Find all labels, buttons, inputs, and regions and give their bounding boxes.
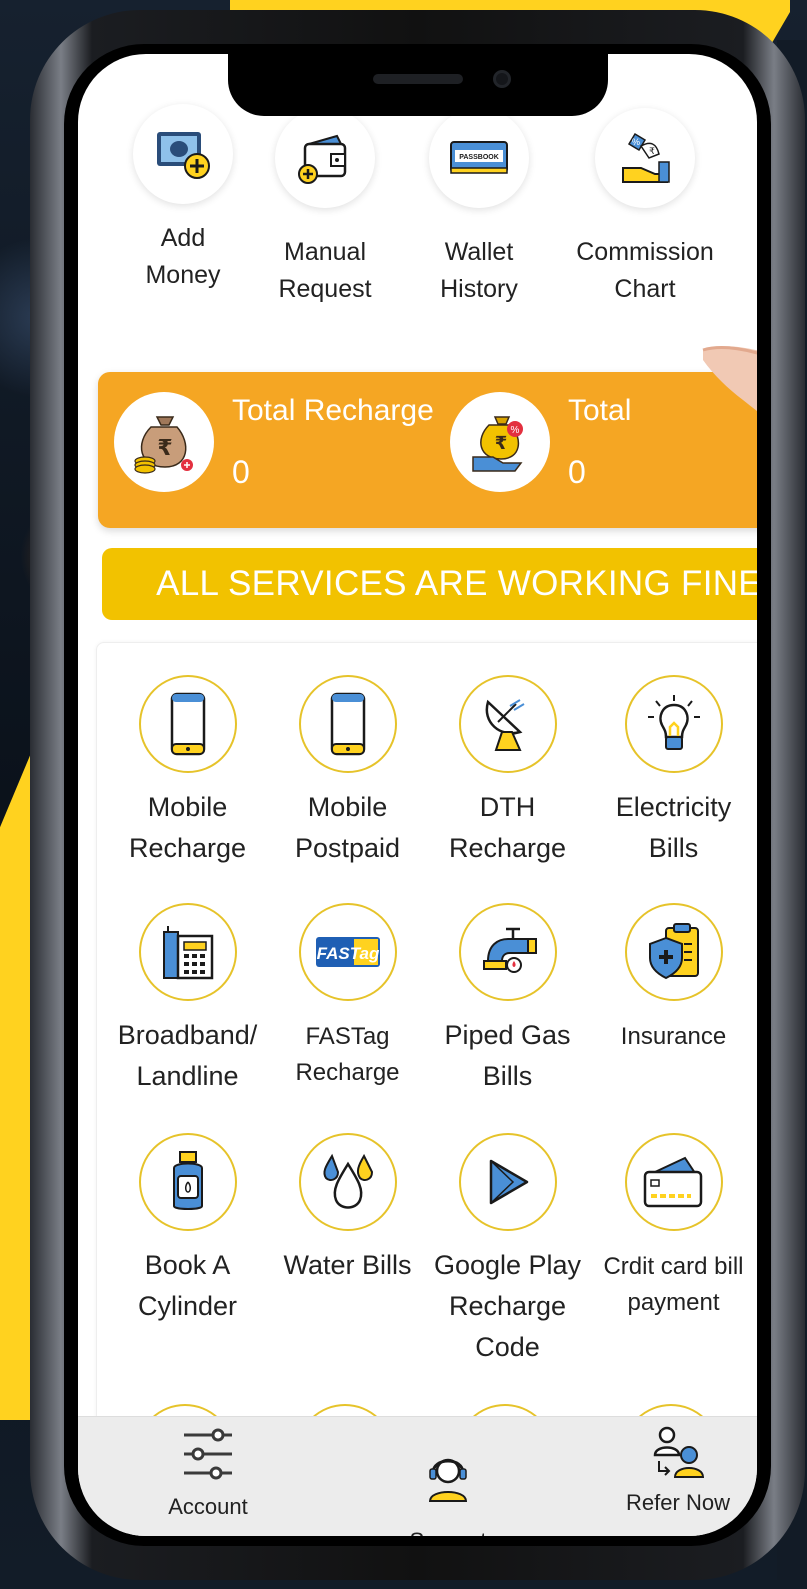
service-water-bills[interactable]: Water Bills	[265, 1133, 430, 1286]
svg-text:%: %	[511, 425, 520, 436]
stat-value: 0	[232, 454, 250, 490]
google-play-icon	[458, 1133, 557, 1231]
nav-label: Support	[378, 1528, 518, 1536]
money-bag-icon: ₹	[114, 392, 214, 492]
quick-action-add-money[interactable]: Add Money	[108, 104, 258, 294]
bottom-navigation: Account Support	[78, 1416, 757, 1536]
headset-icon	[428, 1458, 468, 1502]
service-label: FASTag Recharge	[295, 1023, 400, 1086]
nav-label: Account	[168, 1494, 248, 1519]
passbook-icon: PASSBOOK	[429, 108, 529, 208]
add-money-icon	[133, 104, 233, 204]
status-banner: ALL SERVICES ARE WORKING FINE.!	[102, 548, 757, 620]
service-label: Piped Gas Bills	[444, 1020, 571, 1091]
services-grid: Mobile Recharge Mobile Postpaid DTH Rech…	[96, 642, 757, 1442]
sliders-icon	[184, 1428, 232, 1480]
svg-text:₹: ₹	[157, 436, 172, 461]
stat-label: Total Recharge	[232, 394, 434, 427]
service-piped-gas-bills[interactable]: Piped Gas Bills	[425, 903, 590, 1097]
commission-bag-icon: ₹ %	[450, 392, 550, 492]
commission-icon: % ₹	[595, 108, 695, 208]
stats-bar: ₹ Total Recharge 0 ₹ % Total 0	[98, 372, 757, 528]
service-label: DTH Recharge	[448, 792, 567, 863]
fastag-icon-text: FASTag	[316, 944, 379, 963]
satellite-dish-icon	[458, 675, 557, 773]
service-label: Book A Cylinder	[137, 1250, 238, 1321]
quick-action-label: Commission Chart	[576, 238, 714, 303]
insurance-shield-icon	[624, 903, 723, 1001]
nav-label: Refer Now	[626, 1490, 730, 1515]
gas-pipe-icon	[458, 903, 557, 1001]
app-screen: Add Money Manual Request PASSBOOK Wallet…	[78, 54, 757, 1536]
credit-card-icon	[624, 1133, 723, 1231]
quick-action-label: Manual Request	[278, 238, 372, 303]
quick-actions: Add Money Manual Request PASSBOOK Wallet…	[78, 94, 757, 354]
quick-action-label: Add Money	[145, 224, 221, 289]
wallet-icon	[275, 108, 375, 208]
service-insurance[interactable]: Insurance	[591, 903, 756, 1055]
svg-text:₹: ₹	[495, 433, 508, 454]
service-dth-recharge[interactable]: DTH Recharge	[425, 675, 590, 869]
fastag-icon: FASTag	[298, 903, 397, 1001]
service-label: Crdit card bill payment	[603, 1253, 744, 1316]
phone-frame: Add Money Manual Request PASSBOOK Wallet…	[30, 10, 805, 1580]
service-mobile-recharge[interactable]: Mobile Recharge	[105, 675, 270, 869]
status-banner-text: ALL SERVICES ARE WORKING FINE.!	[156, 564, 757, 603]
nav-account[interactable]: Account	[138, 1427, 278, 1520]
landline-phone-icon	[138, 903, 237, 1001]
stat-label: Total	[568, 394, 632, 427]
nav-refer-now[interactable]: Refer Now	[608, 1425, 748, 1516]
service-electricity-bills[interactable]: Electricity Bills	[591, 675, 756, 869]
refer-users-icon	[653, 1426, 705, 1478]
service-google-play-recharge-code[interactable]: Google Play Recharge Code	[425, 1133, 590, 1368]
svg-text:₹: ₹	[649, 146, 655, 156]
service-broadband-landline[interactable]: Broadband/ Landline	[105, 903, 270, 1097]
service-label: Water Bills	[283, 1250, 412, 1280]
service-book-a-cylinder[interactable]: Book A Cylinder	[105, 1133, 270, 1327]
pointing-hand-image	[702, 346, 757, 411]
service-label: Insurance	[620, 1023, 727, 1050]
service-label: Google Play Recharge Code	[433, 1250, 582, 1362]
water-drops-icon	[298, 1133, 397, 1231]
service-label: Mobile Recharge	[128, 792, 247, 863]
service-label: Broadband/ Landline	[117, 1020, 258, 1091]
gas-cylinder-icon	[138, 1133, 237, 1231]
quick-action-label: Wallet History	[440, 238, 518, 303]
stat-value: 0	[568, 454, 586, 490]
service-label: Electricity Bills	[615, 792, 732, 863]
service-fastag-recharge[interactable]: FASTag FASTag Recharge	[265, 903, 430, 1091]
quick-action-manual-request[interactable]: Manual Request	[250, 108, 400, 308]
service-label: Mobile Postpaid	[294, 792, 401, 863]
service-credit-card-bill-payment[interactable]: Crdit card bill payment	[591, 1133, 756, 1321]
speaker-grille	[373, 74, 463, 84]
front-camera	[493, 70, 511, 88]
passbook-icon-text: PASSBOOK	[459, 154, 499, 161]
phone-notch	[228, 54, 608, 116]
phone-bezel: Add Money Manual Request PASSBOOK Wallet…	[64, 44, 771, 1546]
svg-text:%: %	[632, 137, 640, 147]
mobile-postpaid-icon	[298, 675, 397, 773]
light-bulb-icon	[624, 675, 723, 773]
service-mobile-postpaid[interactable]: Mobile Postpaid	[265, 675, 430, 869]
mobile-icon	[138, 675, 237, 773]
nav-support[interactable]: Support	[378, 1451, 518, 1536]
quick-action-wallet-history[interactable]: PASSBOOK Wallet History	[404, 108, 554, 308]
quick-action-commission-chart[interactable]: % ₹ Commission Chart	[570, 108, 720, 308]
